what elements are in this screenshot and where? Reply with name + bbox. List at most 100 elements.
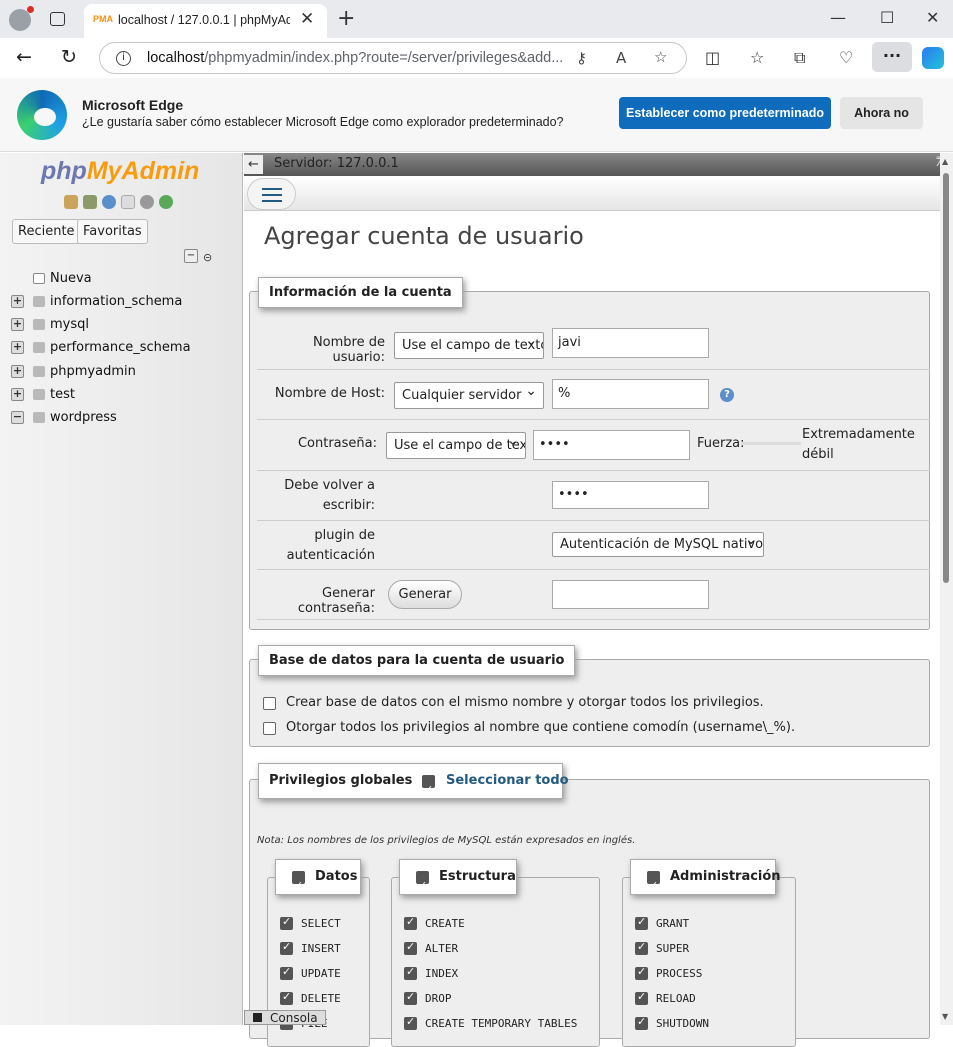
expand-icon[interactable]: + xyxy=(11,365,24,378)
favorite-star-icon[interactable]: ☆ xyxy=(654,48,667,66)
select-all-link[interactable]: Seleccionar todo xyxy=(446,764,569,798)
navigation-panel: phpMyAdmin Reciente Favoritas − ⊝ Nueva … xyxy=(0,153,243,1025)
tree-item-test[interactable]: + test xyxy=(0,384,243,406)
priv-checkbox[interactable] xyxy=(404,940,417,955)
read-aloud-icon[interactable]: A xyxy=(616,49,626,67)
hamburger-menu-button[interactable] xyxy=(247,178,296,210)
refresh-icon[interactable]: ↻ xyxy=(61,46,77,68)
password-input[interactable]: •••• xyxy=(533,430,690,460)
expand-icon[interactable]: + xyxy=(11,341,24,354)
retype-password-input[interactable]: •••• xyxy=(552,481,709,509)
docs-icon[interactable] xyxy=(121,195,135,209)
quick-icons xyxy=(64,195,178,213)
priv-checkbox[interactable] xyxy=(280,915,293,930)
back-icon[interactable]: ← xyxy=(16,46,32,68)
recent-button[interactable]: Reciente xyxy=(12,219,81,244)
priv-checkbox[interactable] xyxy=(280,990,293,1005)
home-icon[interactable] xyxy=(64,195,78,209)
collections-icon[interactable]: ⧉ xyxy=(794,48,805,68)
priv-checkbox[interactable] xyxy=(635,965,648,980)
set-default-button[interactable]: Establecer como predeterminado xyxy=(619,97,831,129)
priv-checkbox[interactable] xyxy=(635,915,648,930)
retype-row: Debe volver a escribir: •••• xyxy=(257,471,930,521)
priv-checkbox[interactable] xyxy=(635,1015,648,1030)
server-breadcrumb-bar: ← Servidor: 127.0.0.1 ⩞ xyxy=(244,153,953,176)
wildcard-grant-checkbox[interactable] xyxy=(263,722,276,735)
priv-checkbox[interactable] xyxy=(404,965,417,980)
tree-item-wordpress[interactable]: − wordpress xyxy=(0,407,243,429)
tree-item-phpmyadmin[interactable]: + phpmyadmin xyxy=(0,361,243,383)
close-tab-icon[interactable]: ✕ xyxy=(300,9,314,29)
strength-value: Extremadamente débil xyxy=(802,427,915,462)
not-now-button[interactable]: Ahora no xyxy=(840,97,923,129)
more-menu-button[interactable]: ··· xyxy=(872,42,912,72)
username-type-select[interactable]: Use el campo de texto xyxy=(394,332,544,359)
help-icon[interactable] xyxy=(102,195,116,209)
auth-plugin-select[interactable]: Autenticación de MySQL nativo xyxy=(552,532,764,557)
scroll-down-icon[interactable]: ▼ xyxy=(942,1012,948,1021)
group-checkbox-structure[interactable] xyxy=(416,869,429,903)
split-screen-icon[interactable]: ◫ xyxy=(705,48,720,67)
profile-avatar[interactable] xyxy=(9,6,34,31)
link-with-main-icon[interactable]: ⊝ xyxy=(203,251,212,264)
password-type-select[interactable]: Use el campo de texto xyxy=(386,432,526,459)
collapse-nav-icon[interactable]: ← xyxy=(244,155,263,174)
expand-icon[interactable]: + xyxy=(11,318,24,331)
tree-item-information-schema[interactable]: + information_schema xyxy=(0,291,243,313)
key-icon[interactable]: ⚷ xyxy=(576,49,587,67)
username-label: Nombre de usuario: xyxy=(312,335,385,365)
priv-checkbox[interactable] xyxy=(280,940,293,955)
site-info-icon[interactable]: i xyxy=(116,51,131,66)
group-legend-structure: Estructura xyxy=(399,859,517,903)
settings-icon[interactable] xyxy=(140,195,154,209)
select-all-checkbox[interactable] xyxy=(422,773,435,807)
favorites-button[interactable]: Favoritas xyxy=(77,219,148,244)
priv-checkbox[interactable] xyxy=(635,990,648,1005)
maximize-icon[interactable]: ☐ xyxy=(880,8,894,27)
browser-essentials-icon[interactable]: ♡ xyxy=(839,48,853,67)
minimize-icon[interactable]: — xyxy=(830,8,846,27)
create-db-checkbox[interactable] xyxy=(263,697,276,710)
priv-checkbox[interactable] xyxy=(404,1015,417,1030)
collapse-icon[interactable]: − xyxy=(11,411,24,424)
logout-icon[interactable] xyxy=(83,195,97,209)
url-text: localhost/phpmyadmin/index.php?route=/se… xyxy=(147,50,564,66)
priv-checkbox[interactable] xyxy=(280,965,293,980)
group-checkbox-data[interactable] xyxy=(292,869,305,903)
priv-checkbox[interactable] xyxy=(404,915,417,930)
tree-item-mysql[interactable]: + mysql xyxy=(0,314,243,336)
server-label[interactable]: Servidor: 127.0.0.1 xyxy=(274,156,399,171)
expand-icon[interactable]: + xyxy=(11,295,24,308)
user-database-legend: Base de datos para la cuenta de usuario xyxy=(258,645,576,676)
group-checkbox-administration[interactable] xyxy=(647,869,660,903)
url-field[interactable]: i localhost/phpmyadmin/index.php?route=/… xyxy=(99,42,687,74)
reload-icon[interactable] xyxy=(159,195,173,209)
close-window-icon[interactable]: ✕ xyxy=(926,8,939,27)
copilot-icon[interactable] xyxy=(922,47,944,69)
new-db-icon xyxy=(33,273,45,284)
expand-icon[interactable]: + xyxy=(11,388,24,401)
host-type-select[interactable]: Cualquier servidor xyxy=(394,382,544,409)
main-scrollbar[interactable]: ▲ ▼ xyxy=(940,153,953,1025)
password-label: Contraseña: xyxy=(297,436,377,451)
new-tab-icon[interactable]: + xyxy=(337,6,355,31)
phpmyadmin-logo[interactable]: phpMyAdmin xyxy=(41,157,199,186)
collapse-all-icon[interactable]: − xyxy=(184,249,198,263)
create-db-label[interactable]: Crear base de datos con el mismo nombre … xyxy=(286,695,764,710)
tree-item-nueva[interactable]: Nueva xyxy=(0,268,243,290)
help-icon[interactable]: ? xyxy=(720,388,734,402)
generate-button[interactable]: Generar xyxy=(388,580,462,609)
console-toggle[interactable]: Consola xyxy=(244,1010,326,1025)
wildcard-grant-label[interactable]: Otorgar todos los privilegios al nombre … xyxy=(286,720,795,735)
username-input[interactable]: javi xyxy=(552,328,709,358)
scroll-up-icon[interactable]: ▲ xyxy=(942,157,948,166)
priv-checkbox[interactable] xyxy=(404,990,417,1005)
generated-password-input[interactable] xyxy=(552,580,709,609)
priv-checkbox[interactable] xyxy=(635,940,648,955)
favorites-icon[interactable]: ☆ xyxy=(750,48,764,67)
scrollbar-thumb[interactable] xyxy=(943,173,949,583)
tab-actions-icon[interactable] xyxy=(50,12,65,26)
browser-tab[interactable]: PMA localhost / 127.0.0.1 | phpMyAdmin ✕ xyxy=(84,4,327,38)
tree-item-performance-schema[interactable]: + performance_schema xyxy=(0,337,243,359)
host-input[interactable]: % xyxy=(552,379,709,409)
